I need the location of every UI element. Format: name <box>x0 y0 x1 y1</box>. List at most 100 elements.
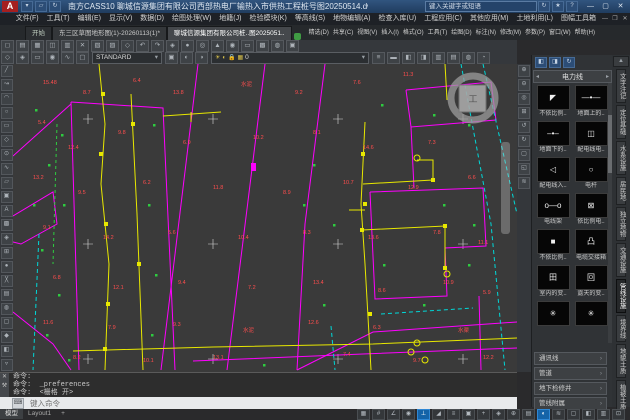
palette-group-1[interactable]: 管道› <box>534 367 607 380</box>
toolbar2-left-icon-1[interactable]: ◈ <box>16 52 29 64</box>
layer-state-icon-1[interactable]: ◐ <box>222 55 226 61</box>
toolbar2-right-icon-0[interactable]: ≡ <box>372 52 385 64</box>
status-icon-15[interactable]: ◧ <box>582 409 595 420</box>
status-icon-8[interactable]: + <box>477 409 490 420</box>
acad-menu-item-4[interactable]: 格式(O) <box>401 26 426 40</box>
toolbar1-icon-8[interactable]: ◇ <box>121 40 134 52</box>
draw-tool-icon-0[interactable]: ╱ <box>1 65 13 77</box>
toolbar1-icon-19[interactable]: ▣ <box>286 40 299 52</box>
acad-menu-item-8[interactable]: 修改(M) <box>498 26 523 40</box>
cass-menu-item-8[interactable]: 等高线(S) <box>291 13 329 25</box>
cass-menu-item-3[interactable]: 显示(V) <box>105 13 136 25</box>
toolbar1-icon-4[interactable]: ▥ <box>61 40 74 52</box>
status-icon-12[interactable]: ◐ <box>537 409 550 420</box>
zoom-tool-icon-7[interactable]: ◱ <box>518 163 530 175</box>
palette-scroll-right-icon[interactable]: ▸ <box>604 73 611 80</box>
new-layout-tab[interactable]: + <box>56 409 70 419</box>
category-tab-5[interactable]: 交通设施 <box>616 243 627 277</box>
status-icon-5[interactable]: ◢ <box>432 409 445 420</box>
draw-tool-icon-1[interactable]: ↝ <box>1 79 13 91</box>
toolbar1-icon-16[interactable]: ▭ <box>241 40 254 52</box>
palette-cell-13[interactable]: ✳ <box>572 301 610 334</box>
status-icon-4[interactable]: ⊥ <box>417 409 430 420</box>
draw-tool-icon-10[interactable]: A <box>1 205 13 217</box>
palette-mini-icon-0[interactable]: ◧ <box>535 57 547 68</box>
palette-cell-2[interactable]: –•–地面下的.. <box>534 121 572 154</box>
toolbar2-right-icon-7[interactable]: ◔ <box>477 52 490 64</box>
palette-cell-10[interactable]: 田室内的变.. <box>534 265 572 298</box>
status-icon-11[interactable]: ▤ <box>522 409 535 420</box>
draw-tool-icon-4[interactable]: ▭ <box>1 121 13 133</box>
cass-menu-item-4[interactable]: 数据(D) <box>136 13 168 25</box>
acad-menu-item-5[interactable]: 工具(T) <box>426 26 450 40</box>
cass-menu-item-12[interactable]: 其他应用(M) <box>466 13 513 25</box>
palette-cell-12[interactable]: ✳ <box>534 301 572 334</box>
minimize-button[interactable]: — <box>583 1 598 12</box>
toolbar1-icon-1[interactable]: ▤ <box>16 40 29 52</box>
status-icon-16[interactable]: ▥ <box>597 409 610 420</box>
toolbar1-icon-9[interactable]: ↶ <box>136 40 149 52</box>
palette-cell-4[interactable]: ◁配电线入.. <box>534 157 572 190</box>
toolbar2-left-icon-0[interactable]: ◇ <box>1 52 14 64</box>
doc-close-icon[interactable]: ✕ <box>620 13 630 25</box>
draw-tool-icon-2[interactable]: ◠ <box>1 93 13 105</box>
title-icon-0[interactable]: ↻ <box>538 1 550 12</box>
toolbar1-icon-7[interactable]: ▨ <box>106 40 119 52</box>
cass-menu-item-5[interactable]: 绘图处理(W) <box>168 13 215 25</box>
drawing-canvas[interactable]: 15.488.76.413.8水泥9.27.611.35.412.49.86.9… <box>13 64 517 372</box>
draw-tool-icon-11[interactable]: ▩ <box>1 219 13 231</box>
category-tab-3[interactable]: 居民地 <box>616 177 627 205</box>
cass-menu-item-6[interactable]: 地籍(J) <box>215 13 245 25</box>
qat-icon-0[interactable]: ▾ <box>21 1 33 12</box>
status-icon-10[interactable]: ⊕ <box>507 409 520 420</box>
toolbar1-icon-14[interactable]: ▲ <box>211 40 224 52</box>
layer-combo[interactable]: ☀◐🔒▦ 0▾ <box>211 52 369 64</box>
text-style-combo[interactable]: STANDARD▾ <box>92 52 162 64</box>
draw-tool-icon-16[interactable]: ▤ <box>1 289 13 301</box>
cass-menu-item-0[interactable]: 文件(F) <box>12 13 43 25</box>
draw-tool-icon-3[interactable]: ○ <box>1 107 13 119</box>
acad-menu-item-1[interactable]: 共享(C) <box>331 26 355 40</box>
style-icon-2[interactable]: ◑ <box>195 52 208 64</box>
style-icon-1[interactable]: ◐ <box>180 52 193 64</box>
toolbar1-icon-6[interactable]: ▧ <box>91 40 104 52</box>
cass-menu-item-9[interactable]: 地物编辑(A) <box>329 13 374 25</box>
toolbar1-icon-0[interactable]: ◻ <box>1 40 14 52</box>
toolbar1-icon-15[interactable]: ◉ <box>226 40 239 52</box>
category-tab-6[interactable]: 管线设施 <box>616 279 627 313</box>
palette-cell-9[interactable]: 凸电缆交接箱 <box>572 229 610 262</box>
acad-menu-item-0[interactable]: 精选(D) <box>307 26 331 40</box>
status-icon-6[interactable]: ≡ <box>447 409 460 420</box>
help-search-input[interactable]: 键入关键字或短语 <box>425 1 537 12</box>
tab-drawing-1[interactable]: 东三区草图地形图(1)-20260113(1)* <box>52 26 167 40</box>
cass-menu-item-10[interactable]: 检查入库(U) <box>375 13 421 25</box>
toolbar2-left-icon-5[interactable]: ▢ <box>76 52 89 64</box>
toolbar1-icon-18[interactable]: ◍ <box>271 40 284 52</box>
draw-tool-icon-21[interactable]: ▿ <box>1 359 13 371</box>
toolbar1-icon-2[interactable]: ▦ <box>31 40 44 52</box>
zoom-tool-icon-8[interactable]: ≋ <box>518 177 530 189</box>
cass-menu-item-1[interactable]: 工具(T) <box>43 13 74 25</box>
acad-menu-item-11[interactable]: 帮助(H) <box>573 26 597 40</box>
toolbar2-right-icon-3[interactable]: ◨ <box>417 52 430 64</box>
layer-state-icon-2[interactable]: 🔒 <box>228 55 235 61</box>
close-button[interactable]: ✕ <box>613 1 628 12</box>
style-icon-0[interactable]: ▣ <box>165 52 178 64</box>
draw-tool-icon-8[interactable]: ▱ <box>1 177 13 189</box>
acad-menu-item-6[interactable]: 绘图(D) <box>449 26 473 40</box>
toolbar2-left-icon-2[interactable]: ▭ <box>31 52 44 64</box>
draw-tool-icon-5[interactable]: ◇ <box>1 135 13 147</box>
layer-state-icon-3[interactable]: ▦ <box>238 55 244 61</box>
acad-menu-item-3[interactable]: 插入(I) <box>379 26 401 40</box>
status-icon-14[interactable]: ▢ <box>567 409 580 420</box>
status-icon-7[interactable]: ▣ <box>462 409 475 420</box>
palette-cell-6[interactable]: o—o电线架 <box>534 193 572 226</box>
toolbar1-icon-3[interactable]: ◫ <box>46 40 59 52</box>
toolbar2-left-icon-4[interactable]: ∿ <box>61 52 74 64</box>
toolbar1-icon-5[interactable]: ✕ <box>76 40 89 52</box>
status-icon-2[interactable]: ∠ <box>387 409 400 420</box>
status-icon-13[interactable]: ≋ <box>552 409 565 420</box>
toolbar1-icon-13[interactable]: ◎ <box>196 40 209 52</box>
zoom-tool-icon-3[interactable]: ⊞ <box>518 107 530 119</box>
palette-group-0[interactable]: 通讯线› <box>534 352 607 365</box>
